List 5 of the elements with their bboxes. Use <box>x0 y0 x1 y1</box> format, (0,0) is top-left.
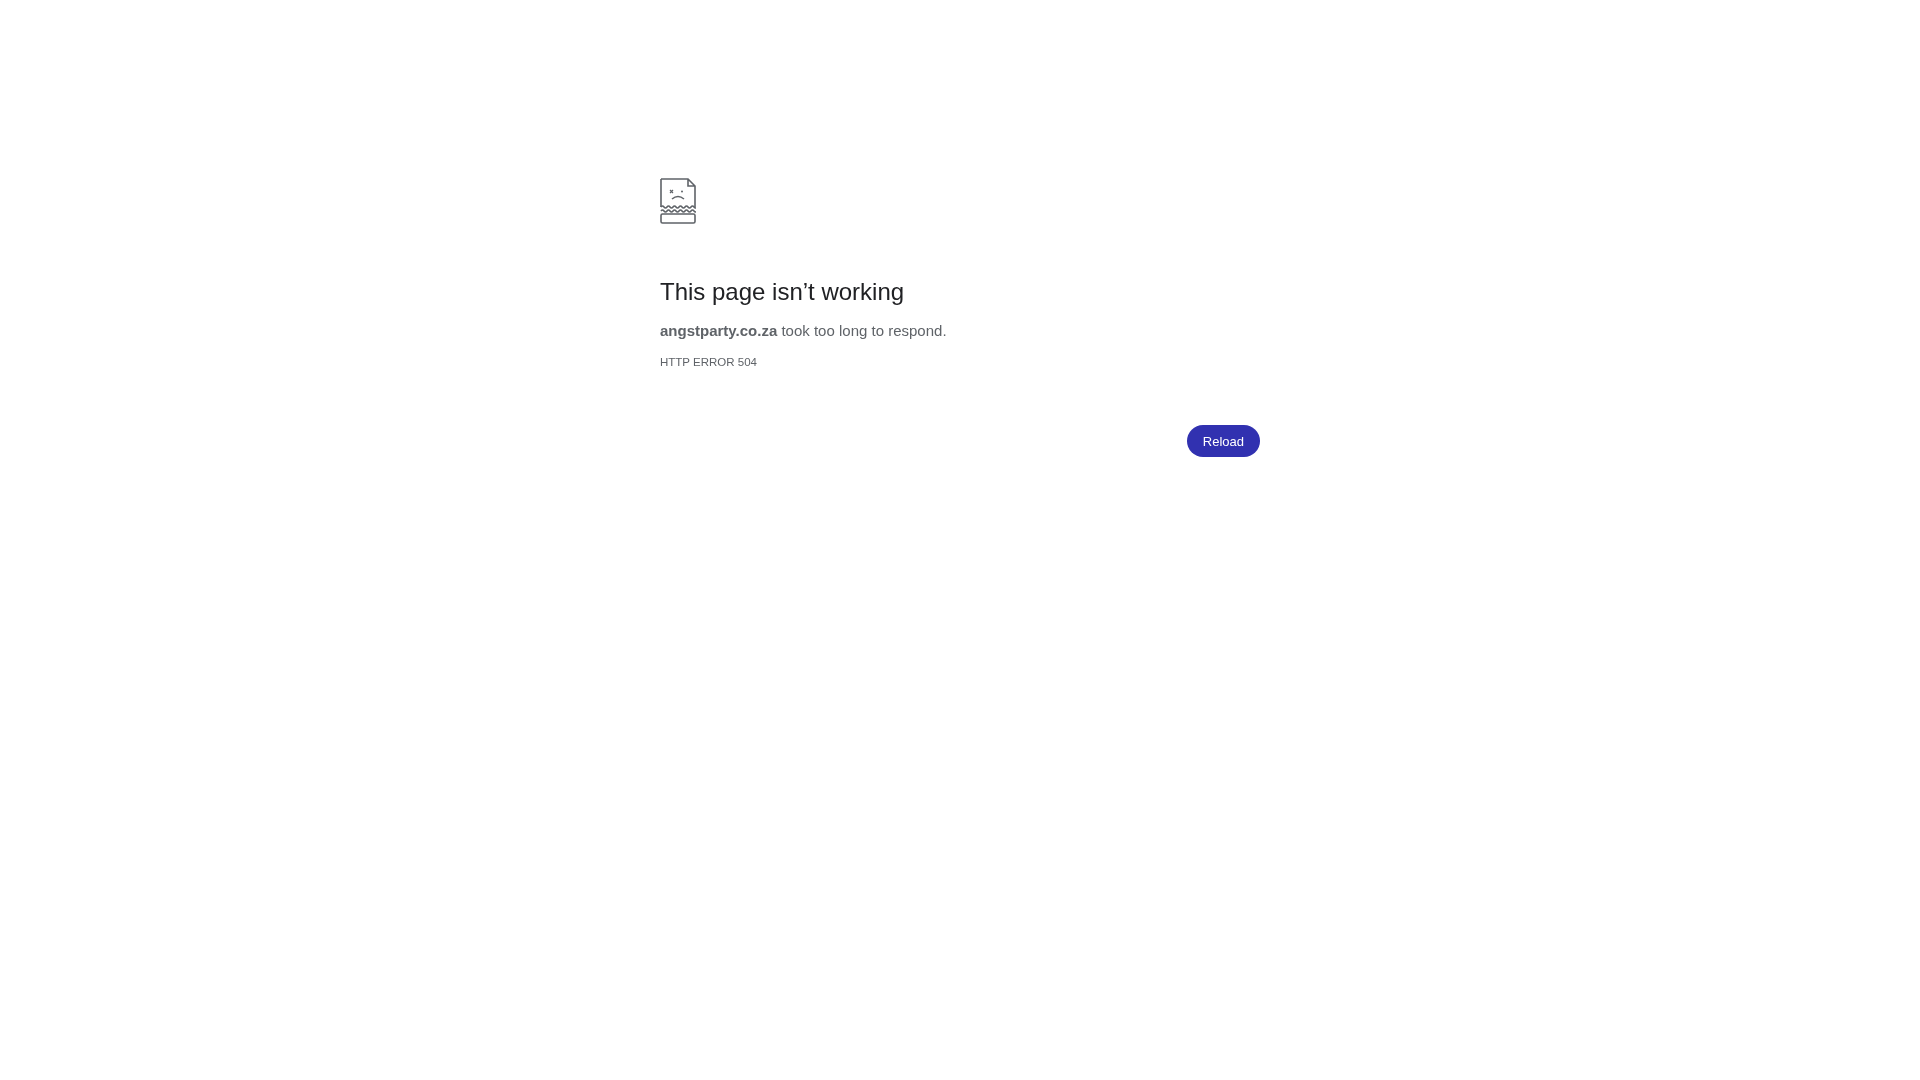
error-heading: This page isn’t working <box>660 277 905 307</box>
error-message: angstparty.co.za took too long to respond. <box>660 321 947 341</box>
error-code: HTTP ERROR 504 <box>660 356 757 368</box>
sad-document-icon <box>660 178 696 224</box>
reload-button[interactable]: Reload <box>1186 425 1260 457</box>
